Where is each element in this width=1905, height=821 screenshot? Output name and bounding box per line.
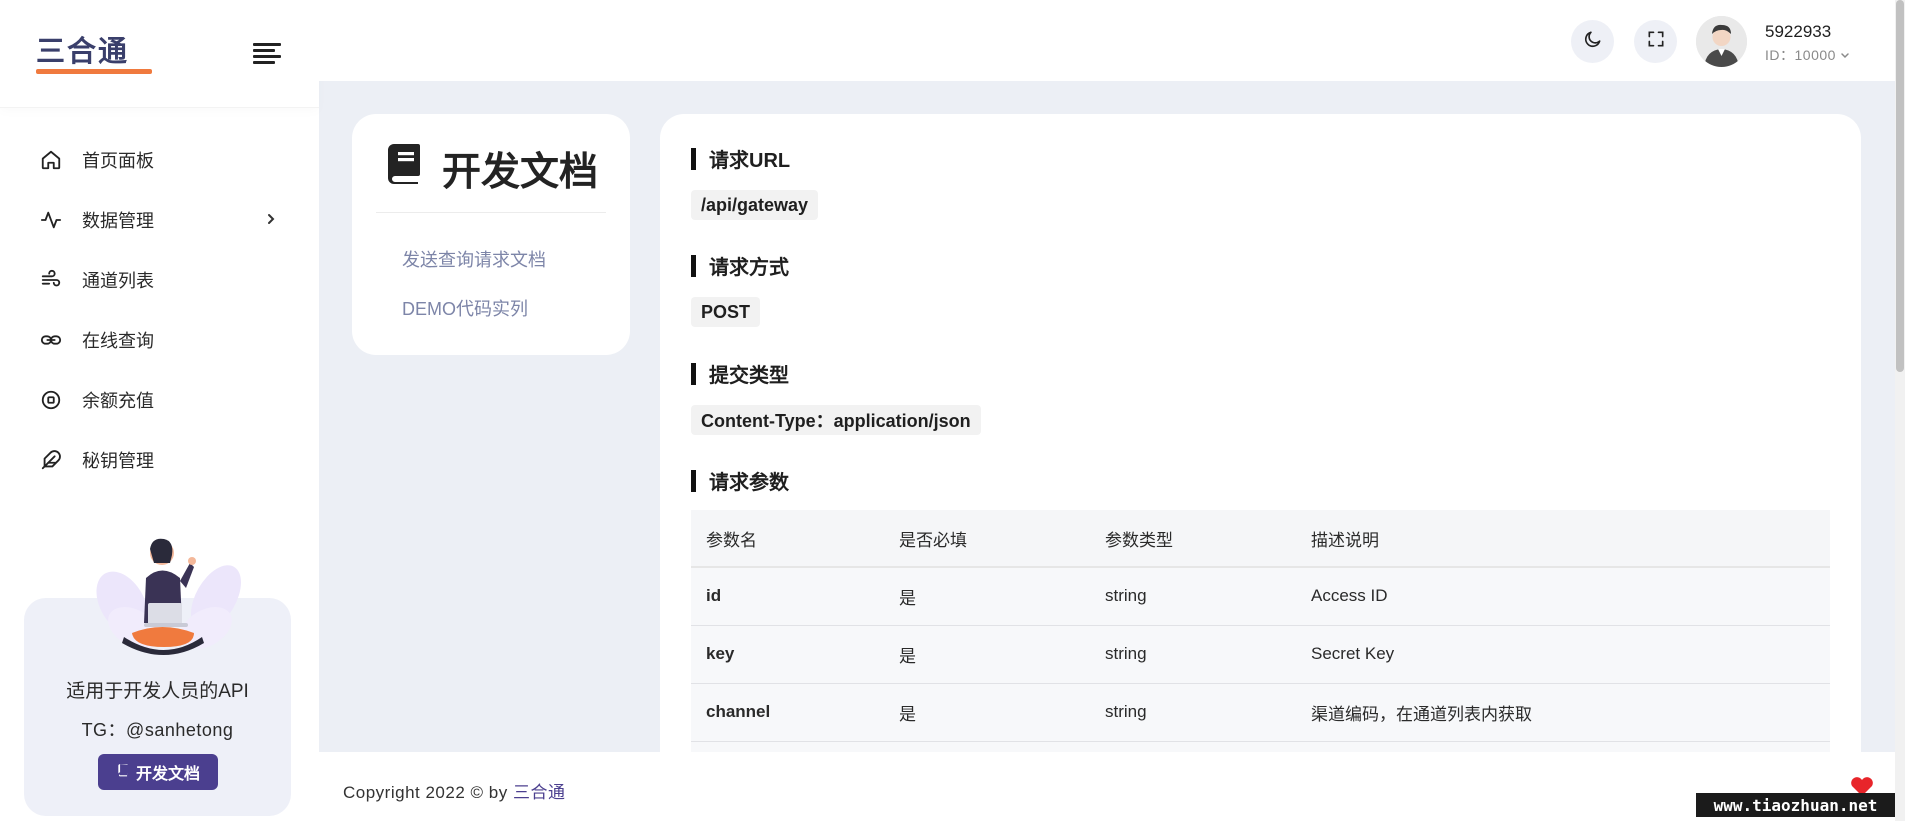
- param-required: 是: [884, 625, 1090, 684]
- section-heading-text: 请求参数: [709, 472, 789, 494]
- table-row: channel 是 string 渠道编码，在通道列表内获取: [691, 683, 1830, 742]
- table-header-row: 参数名 是否必填 参数类型 描述说明: [691, 510, 1830, 568]
- section-heading-content-type: 提交类型: [691, 359, 789, 388]
- sidebar-item-label: 余额充值: [82, 391, 154, 411]
- param-name: key: [691, 625, 884, 684]
- column-header: 是否必填: [884, 510, 1090, 568]
- column-header: 参数名: [691, 510, 884, 568]
- sidebar: 三合通 首页面板 数据管理 通道列表 在线查询 余额充值 秘钥管理 适用于开发人…: [0, 0, 319, 821]
- param-name: id: [691, 567, 884, 626]
- divider: [376, 212, 606, 213]
- top-header: 5922933 ID：10000: [319, 0, 1895, 81]
- param-type: string: [1090, 683, 1296, 742]
- page-scrollbar[interactable]: [1895, 0, 1905, 821]
- doc-link-query-request[interactable]: 发送查询请求文档: [402, 246, 546, 272]
- feather-icon: [40, 449, 62, 471]
- param-type: string: [1090, 625, 1296, 684]
- section-heading-request-method: 请求方式: [691, 251, 789, 280]
- wind-icon: [40, 269, 62, 291]
- section-heading-text: 请求方式: [709, 257, 789, 279]
- doc-nav-title-text: 开发文档: [442, 151, 599, 194]
- logo-text: 三合通: [36, 33, 130, 68]
- hamburger-line: [253, 48, 275, 52]
- sidebar-menu: 首页面板 数据管理 通道列表 在线查询 余额充值 秘钥管理: [0, 108, 319, 490]
- developer-illustration: [96, 538, 241, 655]
- watermark: www.tiaozhuan.net: [1696, 793, 1895, 817]
- promo-title: 适用于开发人员的API: [66, 681, 249, 702]
- avatar[interactable]: [1696, 16, 1747, 67]
- heading-bar: [691, 469, 696, 492]
- table-row: key 是 string Secret Key: [691, 625, 1830, 684]
- logo-underline: [36, 68, 152, 74]
- param-name: channel: [691, 683, 884, 742]
- book-icon: [380, 140, 428, 198]
- hamburger-line: [253, 61, 275, 65]
- content-type-value: Content-Type：application/json: [691, 405, 981, 435]
- fullscreen-icon: [1646, 29, 1666, 54]
- section-heading-text: 提交类型: [709, 365, 789, 387]
- param-description: Secret Key: [1296, 625, 1830, 684]
- promo-telegram: TG：@sanhetong: [81, 720, 234, 740]
- link-icon: [40, 329, 62, 351]
- doc-nav-card: 开发文档 发送查询请求文档 DEMO代码实列: [352, 114, 630, 355]
- section-heading-request-url: 请求URL: [691, 144, 790, 173]
- param-type: string: [1090, 567, 1296, 626]
- doc-content-card: 请求URL /api/gateway 请求方式 POST 提交类型 Conten…: [660, 114, 1861, 754]
- heading-bar: [691, 254, 696, 277]
- logo[interactable]: 三合通: [36, 34, 154, 74]
- user-name[interactable]: 5922933: [1765, 22, 1831, 42]
- hamburger-line: [253, 42, 281, 46]
- sidebar-item-recharge[interactable]: 余额充值: [0, 370, 319, 430]
- chevron-right-icon: [265, 210, 277, 231]
- sidebar-item-channels[interactable]: 通道列表: [0, 250, 319, 310]
- sidebar-item-label: 通道列表: [82, 271, 154, 291]
- user-id-text: ID：10000: [1765, 47, 1836, 63]
- hamburger-line: [253, 55, 281, 59]
- copyright-text: Copyright 2022 © by: [343, 783, 513, 802]
- column-header: 描述说明: [1296, 510, 1830, 568]
- doc-nav-title: 开发文档: [380, 140, 598, 198]
- fullscreen-button[interactable]: [1634, 20, 1677, 63]
- heading-bar: [691, 147, 696, 170]
- sidebar-item-label: 在线查询: [82, 331, 154, 351]
- book-icon: [116, 763, 130, 782]
- sidebar-item-label: 数据管理: [82, 211, 154, 231]
- sidebar-item-secret-keys[interactable]: 秘钥管理: [0, 430, 319, 490]
- sidebar-item-home[interactable]: 首页面板: [0, 130, 319, 190]
- request-url-value: /api/gateway: [691, 190, 819, 220]
- doc-link-demo-code[interactable]: DEMO代码实列: [402, 295, 528, 321]
- table-row: id 是 string Access ID: [691, 567, 1830, 626]
- heading-bar: [691, 362, 696, 385]
- section-heading-request-params: 请求参数: [691, 466, 789, 495]
- developer-promo-card: 适用于开发人员的API TG：@sanhetong 开发文档: [24, 538, 291, 816]
- moon-icon: [1583, 29, 1603, 54]
- sidebar-item-label: 首页面板: [82, 151, 154, 171]
- request-method-value: POST: [691, 297, 761, 327]
- logo-area: 三合通: [0, 0, 319, 108]
- section-heading-text: 请求URL: [709, 150, 791, 172]
- param-description: Access ID: [1296, 567, 1830, 626]
- sidebar-item-data-management[interactable]: 数据管理: [0, 190, 319, 250]
- params-table: 参数名 是否必填 参数类型 描述说明 id 是 string Access ID…: [691, 510, 1830, 754]
- chevron-down-icon: [1840, 47, 1850, 63]
- param-required: 是: [884, 683, 1090, 742]
- menu-toggle-button[interactable]: [253, 42, 281, 65]
- column-header: 参数类型: [1090, 510, 1296, 568]
- dev-docs-button-label: 开发文档: [135, 766, 200, 783]
- sidebar-item-online-query[interactable]: 在线查询: [0, 310, 319, 370]
- circle-stop-icon: [40, 389, 62, 411]
- sidebar-item-label: 秘钥管理: [82, 451, 154, 471]
- param-description: 渠道编码，在通道列表内获取: [1296, 683, 1830, 742]
- copyright: Copyright 2022 © by 三合通: [343, 778, 565, 803]
- home-icon: [40, 149, 62, 171]
- param-required: 是: [884, 567, 1090, 626]
- activity-icon: [40, 209, 62, 231]
- dark-mode-toggle-button[interactable]: [1571, 20, 1614, 63]
- scrollbar-thumb[interactable]: [1896, 0, 1904, 372]
- dev-docs-button[interactable]: 开发文档: [98, 754, 218, 790]
- footer-brand-link[interactable]: 三合通: [513, 783, 566, 802]
- user-id[interactable]: ID：10000: [1765, 45, 1850, 65]
- footer: Copyright 2022 © by 三合通: [319, 752, 1895, 821]
